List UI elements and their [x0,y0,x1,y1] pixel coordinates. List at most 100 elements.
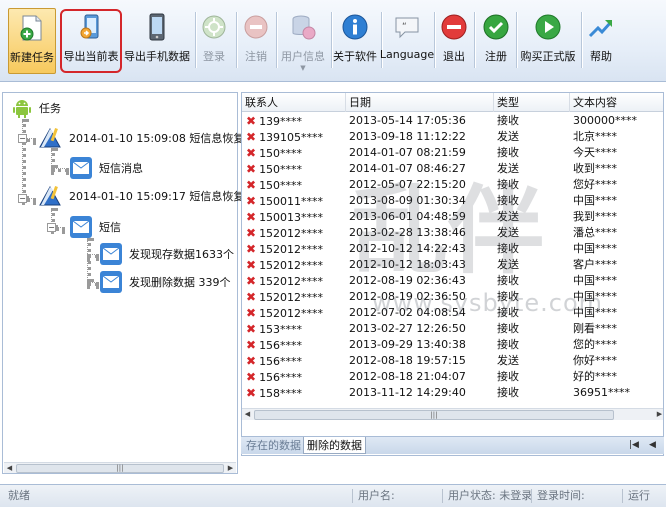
table-cell: 今天**** [573,145,663,161]
tree-deleted-data-node[interactable]: 发现删除数据 339个 [99,270,231,294]
table-cell: ✖ 152012**** [246,257,346,273]
status-login-time: 登录时间: [537,489,585,502]
about-icon [340,12,370,42]
table-row[interactable]: ✖ 150011**** 2013-08-09 01:30:34 接收 中国**** [242,193,663,209]
cell-text: 36951**** [573,386,630,399]
tree-collapse-toggle[interactable]: − [18,194,27,203]
table-cell: 中国**** [573,193,663,209]
column-header-content[interactable]: 文本内容 [570,93,663,112]
help-button[interactable]: 帮助 [586,8,616,74]
tree-horizontal-scrollbar[interactable]: ◀ ||| ▶ [4,462,236,473]
first-page-icon[interactable]: |◀ [629,437,639,454]
table-cell: 发送 [497,225,569,241]
status-separator [622,489,623,503]
toolbar-separator [474,12,475,68]
table-row[interactable]: ✖ 152012**** 2012-07-02 04:08:54 接收 中国**** [242,305,663,321]
user-info-label: 用户信息 [281,50,325,63]
cell-text: 2012-05-07 22:15:20 [349,178,466,191]
user-info-button[interactable]: 用户信息 ▼ [279,8,327,74]
logout-button[interactable]: 注销 [240,8,272,74]
cell-text: 158**** [259,387,303,400]
cell-text: 2014-01-07 08:46:27 [349,162,466,175]
grid-horizontal-scrollbar[interactable]: ◀ ||| ▶ [242,408,663,420]
table-cell: 2012-10-12 14:22:43 [349,241,494,257]
envelope-icon [99,242,123,266]
scroll-left-icon[interactable]: ◀ [4,463,15,474]
purchase-button[interactable]: 购买正式版 [519,8,577,74]
table-row[interactable]: ✖ 152012**** 2012-08-19 02:36:43 接收 中国**** [242,273,663,289]
table-row[interactable]: ✖ 156**** 2013-09-29 13:40:38 接收 您的**** [242,337,663,353]
tree-task-node[interactable]: 2014-01-10 15:09:08 短信息恢复 [37,125,244,151]
login-button[interactable]: 登录 [198,8,230,74]
tree-deleted-data-label: 发现删除数据 339个 [129,276,231,289]
cell-text: 中国**** [573,274,617,287]
deleted-mark-icon: ✖ [246,306,257,320]
tree-root[interactable]: 任务 [11,97,61,119]
register-button[interactable]: 注册 [480,8,512,74]
export-phone-data-button[interactable]: 导出手机数据 [124,8,190,74]
table-cell: ✖ 156**** [246,337,346,353]
table-row[interactable]: ✖ 152012**** 2012-10-12 18:03:43 发送 客户**** [242,257,663,273]
cell-text: 潘总**** [573,226,617,239]
tree-task-node[interactable]: 2014-01-10 15:09:17 短信息恢复 [37,183,244,209]
cell-text: 2012-08-18 21:04:07 [349,370,466,383]
tree-existing-data-node[interactable]: 发现现存数据1633个 [99,242,234,266]
tab-existing-data[interactable]: 存在的数据 [243,437,304,454]
cell-text: 2014-01-07 08:21:59 [349,146,466,159]
scroll-right-icon[interactable]: ▶ [654,409,663,420]
cell-text: 150013**** [259,211,324,224]
prev-page-icon[interactable]: ◀ [649,437,656,454]
tree-sms-node[interactable]: 短信 [69,215,121,239]
deleted-mark-icon: ✖ [246,290,257,304]
login-icon [199,12,229,42]
export-table-button[interactable]: 导出当前表 [63,8,119,74]
language-icon: “ [392,12,422,42]
exit-button[interactable]: 退出 [438,8,470,74]
cell-text: 152012**** [259,243,324,256]
about-button[interactable]: 关于软件 [333,8,377,74]
new-task-button[interactable]: 新建任务 [8,8,56,74]
cell-text: 150011**** [259,195,324,208]
table-cell: ✖ 152012**** [246,225,346,241]
tree-collapse-toggle[interactable]: − [47,223,56,232]
column-header-type[interactable]: 类型 [494,93,570,112]
table-row[interactable]: ✖ 150013**** 2013-06-01 04:48:59 发送 我到**** [242,209,663,225]
table-row[interactable]: ✖ 152012**** 2013-02-28 13:38:46 发送 潘总**** [242,225,663,241]
table-row[interactable]: ✖ 150**** 2014-01-07 08:46:27 发送 收到**** [242,161,663,177]
cell-text: 您好**** [573,178,617,191]
cell-text: 接收 [497,242,519,255]
column-header-date[interactable]: 日期 [346,93,494,112]
cell-text: 中国**** [573,290,617,303]
table-row[interactable]: ✖ 158**** 2013-11-12 14:29:40 接收 36951**** [242,385,663,401]
table-row[interactable]: ✖ 152012**** 2012-10-12 14:22:43 接收 中国**** [242,241,663,257]
sms-data-grid: 联系人 日期 类型 文本内容 ✖ 139**** 2013-05-14 17:05:… [241,92,664,456]
scroll-left-icon[interactable]: ◀ [242,409,253,420]
table-row[interactable]: ✖ 139105**** 2013-09-18 11:12:22 发送 北京**** [242,129,663,145]
scroll-right-icon[interactable]: ▶ [225,463,236,474]
tree-line [87,238,91,282]
table-row[interactable]: ✖ 139**** 2013-05-14 17:05:36 接收 300000**** [242,113,663,129]
envelope-icon [99,270,123,294]
table-row[interactable]: ✖ 150**** 2012-05-07 22:15:20 接收 您好**** [242,177,663,193]
cell-text: 接收 [497,114,519,127]
tab-deleted-data[interactable]: 删除的数据 [303,437,366,454]
exit-icon [439,12,469,42]
table-row[interactable]: ✖ 150**** 2014-01-07 08:21:59 接收 今天**** [242,145,663,161]
column-header-contact[interactable]: 联系人 [242,93,346,112]
table-cell: 2012-05-07 22:15:20 [349,177,494,193]
cell-text: 接收 [497,146,519,159]
tree-collapse-toggle[interactable]: − [18,134,27,143]
table-row[interactable]: ✖ 153**** 2013-02-27 12:26:50 接收 刚看**** [242,321,663,337]
language-label: Language [379,48,435,61]
table-row[interactable]: ✖ 152012**** 2012-08-19 02:36:50 接收 中国**** [242,289,663,305]
language-button[interactable]: “ Language [380,8,434,74]
tree-sms-node[interactable]: 短信消息 [69,156,143,180]
cell-text: 发送 [497,226,519,239]
scroll-thumb[interactable]: ||| [16,464,224,473]
table-cell: ✖ 150013**** [246,209,346,225]
table-row[interactable]: ✖ 156**** 2012-08-18 21:04:07 接收 好的**** [242,369,663,385]
toolbar-separator [581,12,582,68]
scroll-thumb[interactable]: ||| [254,410,614,420]
table-cell: ✖ 150**** [246,145,346,161]
table-row[interactable]: ✖ 156**** 2012-08-18 19:57:15 发送 你好**** [242,353,663,369]
